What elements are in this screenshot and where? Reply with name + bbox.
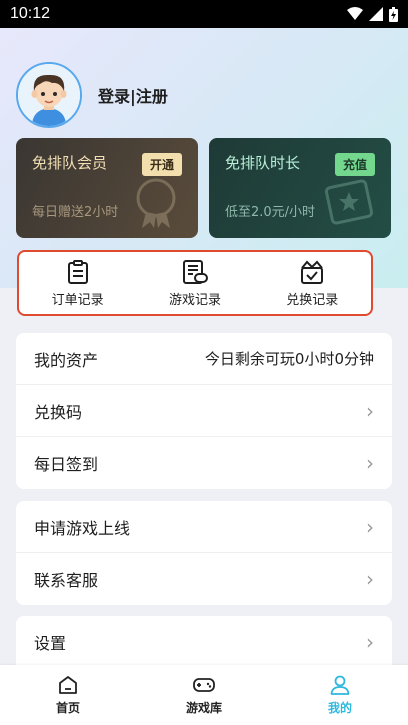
redeem-records-button[interactable]: 兑换记录 [262, 259, 362, 308]
order-records-label: 订单记录 [51, 292, 104, 308]
vip-badge-icon [136, 178, 176, 228]
order-records-button[interactable]: 订单记录 [28, 259, 128, 308]
nav-mine-label: 我的 [327, 701, 352, 715]
nav-mine[interactable]: 我的 [290, 674, 390, 716]
battery-icon [389, 6, 398, 22]
avatar[interactable] [16, 62, 82, 128]
account-section: 我的资产 今日剩余可玩0小时0分钟 兑换码 › 每日签到 › [16, 333, 392, 489]
gamepad-icon [193, 678, 215, 692]
redeem-records-label: 兑换记录 [286, 292, 339, 308]
redeem-code-row[interactable]: 兑换码 › [16, 385, 392, 437]
vip-card-subtitle: 每日赠送2小时 [32, 205, 119, 220]
queue-time-card[interactable]: 免排队时长 充值 低至2.0元/小时 [209, 138, 391, 238]
chevron-right-icon: › [366, 514, 374, 539]
apply-game-row[interactable]: 申请游戏上线 › [16, 501, 392, 553]
daily-checkin-label: 每日签到 [34, 455, 99, 474]
home-icon [59, 676, 77, 694]
clipboard-icon [67, 259, 88, 284]
chevron-right-icon: › [366, 398, 374, 423]
quick-actions-bar: 订单记录 游戏记录 兑换记录 [17, 250, 373, 316]
apply-game-label: 申请游戏上线 [34, 518, 131, 538]
settings-row[interactable]: 设置 › [16, 616, 392, 668]
open-vip-button[interactable]: 开通 [141, 153, 182, 176]
remaining-time-value: 今日剩余可玩0小时0分钟 [204, 350, 374, 368]
wifi-icon [347, 7, 363, 20]
chevron-right-icon: › [366, 451, 374, 475]
gift-box-icon [301, 260, 324, 284]
game-records-button[interactable]: 游戏记录 [145, 259, 245, 308]
chevron-right-icon: › [366, 630, 374, 654]
chevron-right-icon: › [366, 567, 374, 591]
recharge-button[interactable]: 充值 [334, 153, 375, 176]
contact-support-row[interactable]: 联系客服 › [16, 553, 392, 605]
game-records-label: 游戏记录 [168, 292, 221, 308]
signal-icon [369, 7, 383, 21]
my-assets-row[interactable]: 我的资产 今日剩余可玩0小时0分钟 [16, 333, 392, 385]
status-time: 10:12 [10, 5, 51, 22]
ticket-star-icon [324, 179, 374, 225]
contact-support-label: 联系客服 [34, 571, 99, 590]
vip-member-card[interactable]: 免排队会员 开通 每日赠送2小时 [16, 138, 198, 238]
avatar-boy-icon [18, 64, 80, 126]
status-icons [347, 6, 398, 22]
nav-home-label: 首页 [55, 701, 80, 715]
nav-game-library-label: 游戏库 [185, 701, 222, 715]
queue-card-subtitle: 低至2.0元/小时 [225, 205, 316, 220]
redeem-code-label: 兑换码 [34, 402, 83, 422]
game-record-icon [182, 259, 208, 284]
settings-label: 设置 [34, 634, 67, 653]
nav-game-library[interactable]: 游戏库 [154, 674, 254, 716]
status-bar: 10:12 [0, 0, 408, 28]
login-register-link[interactable]: 登录|注册 [98, 83, 168, 107]
daily-checkin-row[interactable]: 每日签到 › [16, 437, 392, 489]
nav-home[interactable]: 首页 [18, 674, 118, 716]
bottom-nav: 首页 游戏库 我的 [0, 665, 408, 725]
profile-header[interactable]: 登录|注册 [16, 62, 168, 128]
service-section: 申请游戏上线 › 联系客服 › [16, 501, 392, 605]
my-assets-label: 我的资产 [34, 350, 99, 370]
user-icon [330, 675, 350, 695]
settings-section: 设置 › [16, 616, 392, 668]
